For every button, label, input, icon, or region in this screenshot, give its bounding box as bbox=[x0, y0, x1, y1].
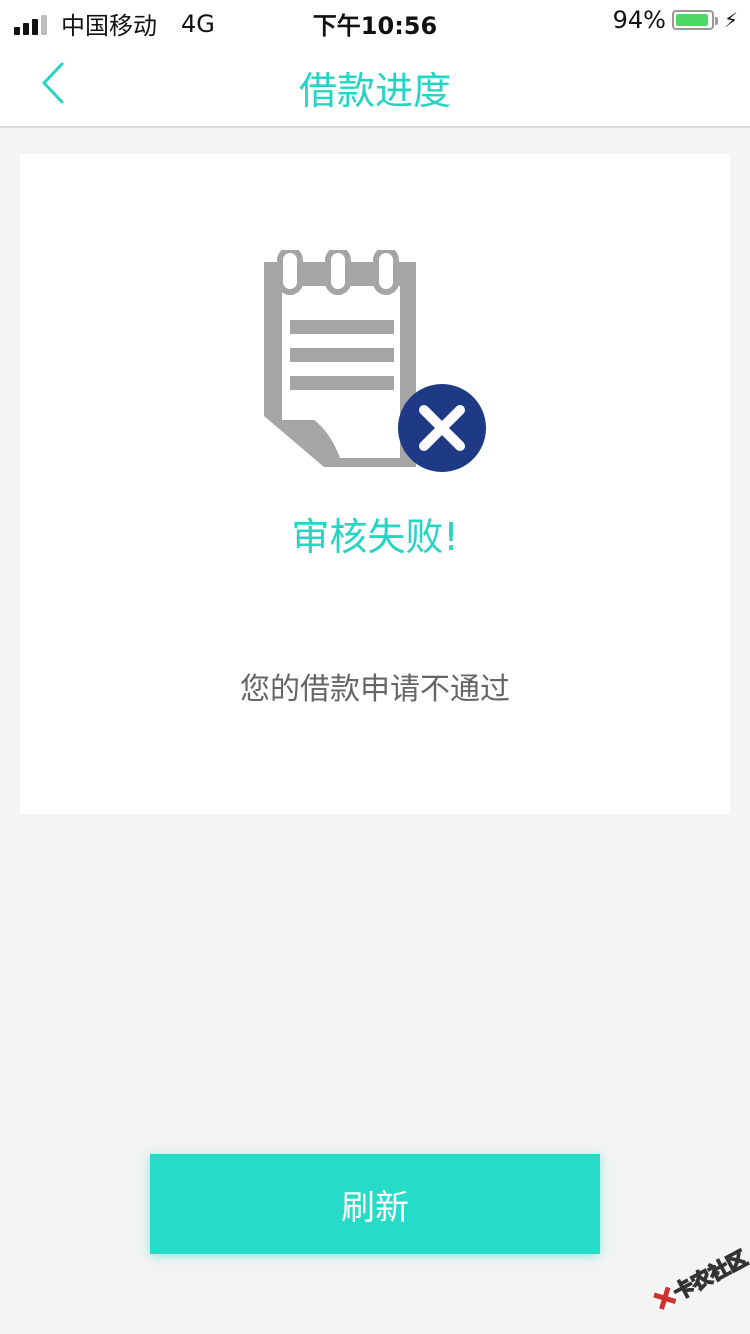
result-message: 您的借款申请不通过 bbox=[240, 672, 510, 707]
notepad-failed-icon bbox=[264, 250, 486, 472]
battery-fill bbox=[675, 14, 708, 26]
battery-percent: 94% bbox=[612, 6, 666, 34]
page-title: 借款进度 bbox=[298, 69, 451, 113]
charging-bolt-icon: ⚡︎ bbox=[723, 8, 738, 32]
watermark: 卡农社区 bbox=[641, 1233, 750, 1331]
status-right: 94% ⚡︎ bbox=[613, 6, 738, 34]
watermark-text: 卡农社区 bbox=[669, 1245, 750, 1305]
result-card: 审核失败! 您的借款申请不通过 bbox=[20, 154, 730, 814]
result-title: 审核失败! bbox=[291, 515, 459, 559]
status-bar: 中国移动 4G 下午10:56 94% ⚡︎ bbox=[0, 0, 750, 40]
nav-bar: 借款进度 bbox=[0, 40, 750, 128]
refresh-button[interactable]: 刷新 bbox=[150, 1154, 600, 1254]
battery-icon bbox=[671, 10, 718, 30]
